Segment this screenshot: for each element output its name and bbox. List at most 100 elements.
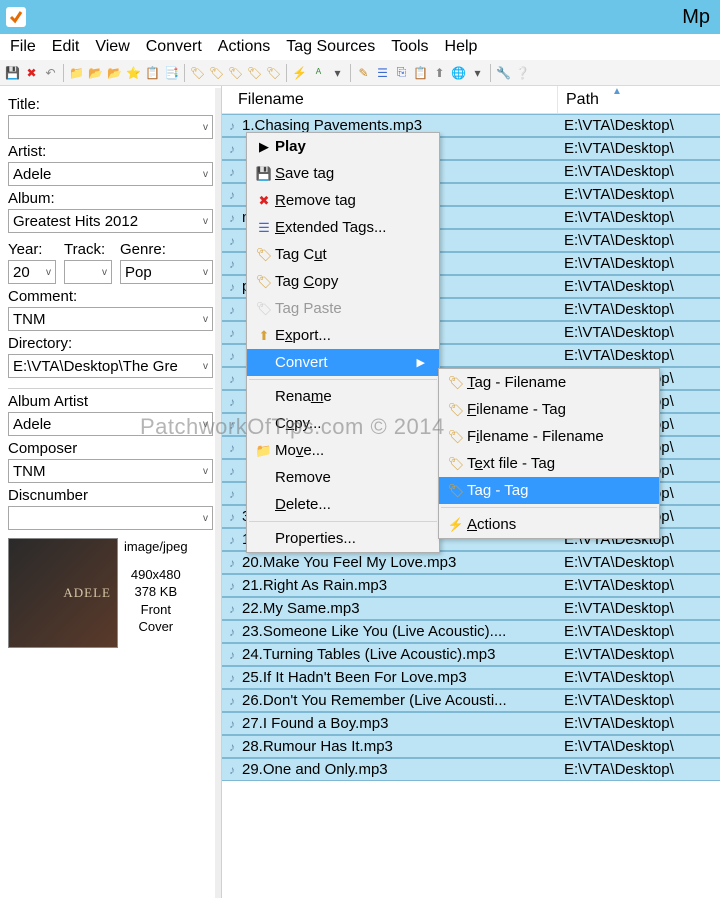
- audio-file-icon: ♪: [222, 441, 242, 455]
- menu-edit[interactable]: Edit: [46, 36, 86, 58]
- directory-input[interactable]: E:\VTA\Desktop\The Grev: [8, 354, 213, 378]
- audio-file-icon: ♪: [222, 257, 242, 271]
- more-icon[interactable]: ▾: [469, 64, 486, 81]
- edit-icon[interactable]: ✎: [355, 64, 372, 81]
- textfile-tag-icon: 🏷: [445, 456, 467, 472]
- actions-icon[interactable]: ⚡: [291, 64, 308, 81]
- cover-art[interactable]: ADELE: [8, 538, 118, 648]
- tools-icon[interactable]: 🔧: [495, 64, 512, 81]
- file-path: E:\VTA\Desktop\: [558, 738, 720, 755]
- title-input[interactable]: v: [8, 115, 213, 139]
- file-row[interactable]: ♪24.Turning Tables (Live Acoustic).mp3E:…: [222, 643, 720, 666]
- folder-icon[interactable]: 📁: [68, 64, 85, 81]
- ctx-rename[interactable]: Rename: [247, 383, 439, 410]
- delete-icon[interactable]: ✖: [23, 64, 40, 81]
- quick-actions-icon[interactable]: ᴬ: [310, 64, 327, 81]
- column-path[interactable]: Path: [558, 91, 720, 109]
- ctx-convert[interactable]: Convert▶: [247, 349, 439, 376]
- paste-icon[interactable]: 📋: [412, 64, 429, 81]
- album-artist-input[interactable]: Adelev: [8, 412, 213, 436]
- file-path: E:\VTA\Desktop\: [558, 347, 720, 364]
- column-filename[interactable]: Filename: [222, 86, 558, 113]
- convert-filename-tag[interactable]: 🏷Filename - Tag: [439, 396, 659, 423]
- file-row[interactable]: ♪20.Make You Feel My Love.mp3E:\VTA\Desk…: [222, 551, 720, 574]
- file-path: E:\VTA\Desktop\: [558, 554, 720, 571]
- convert-tag-tag[interactable]: 🏷Tag - Tag: [439, 477, 659, 504]
- file-name: 27.I Found a Boy.mp3: [242, 715, 558, 732]
- file-row[interactable]: ♪26.Don't You Remember (Live Acousti...E…: [222, 689, 720, 712]
- menu-file[interactable]: File: [4, 36, 42, 58]
- file-row[interactable]: ♪21.Right As Rain.mp3E:\VTA\Desktop\: [222, 574, 720, 597]
- folder-tree-icon[interactable]: 📂: [87, 64, 104, 81]
- extended-tags-icon[interactable]: ☰: [374, 64, 391, 81]
- comment-input[interactable]: TNMv: [8, 307, 213, 331]
- help-icon[interactable]: ❔: [514, 64, 531, 81]
- ctx-play[interactable]: ▶Play: [247, 133, 439, 160]
- dropdown-icon[interactable]: ▾: [329, 64, 346, 81]
- file-row[interactable]: ♪25.If It Hadn't Been For Love.mp3E:\VTA…: [222, 666, 720, 689]
- ctx-remove-tag[interactable]: ✖Remove tag: [247, 187, 439, 214]
- export-icon[interactable]: ⬆: [431, 64, 448, 81]
- file-path: E:\VTA\Desktop\: [558, 117, 720, 134]
- audio-file-icon: ♪: [222, 188, 242, 202]
- audio-file-icon: ♪: [222, 372, 242, 386]
- ctx-extended-tags[interactable]: ☰Extended Tags...: [247, 214, 439, 241]
- tag-filename-icon[interactable]: 🏷: [189, 64, 206, 81]
- menu-tag-sources[interactable]: Tag Sources: [280, 36, 381, 58]
- folder-open-icon[interactable]: 📂: [106, 64, 123, 81]
- file-row[interactable]: ♪28.Rumour Has It.mp3E:\VTA\Desktop\: [222, 735, 720, 758]
- tag-tag-icon: 🏷: [445, 483, 467, 499]
- ctx-tag-copy[interactable]: 🏷Tag Copy: [247, 268, 439, 295]
- composer-input[interactable]: TNMv: [8, 459, 213, 483]
- file-path: E:\VTA\Desktop\: [558, 163, 720, 180]
- discnumber-input[interactable]: v: [8, 506, 213, 530]
- file-path: E:\VTA\Desktop\: [558, 600, 720, 617]
- ctx-properties[interactable]: Properties...: [247, 525, 439, 552]
- audio-file-icon: ♪: [222, 119, 242, 133]
- ctx-export[interactable]: ⬆Export...: [247, 322, 439, 349]
- genre-input[interactable]: Popv: [120, 260, 213, 284]
- year-input[interactable]: 20v: [8, 260, 56, 284]
- copy-icon[interactable]: ⎘: [393, 64, 410, 81]
- filename-tag-icon[interactable]: 🏷: [208, 64, 225, 81]
- playlist-icon[interactable]: 📋: [144, 64, 161, 81]
- ctx-save-tag[interactable]: 💾Save tag: [247, 160, 439, 187]
- file-name: 26.Don't You Remember (Live Acousti...: [242, 692, 558, 709]
- album-input[interactable]: Greatest Hits 2012v: [8, 209, 213, 233]
- undo-icon[interactable]: ↶: [42, 64, 59, 81]
- file-row[interactable]: ♪27.I Found a Boy.mp3E:\VTA\Desktop\: [222, 712, 720, 735]
- menu-help[interactable]: Help: [439, 36, 484, 58]
- menu-convert[interactable]: Convert: [140, 36, 208, 58]
- actions-icon: ⚡: [445, 517, 467, 533]
- convert-tag-filename[interactable]: 🏷Tag - Filename: [439, 369, 659, 396]
- convert-filename-filename[interactable]: 🏷Filename - Filename: [439, 423, 659, 450]
- file-path: E:\VTA\Desktop\: [558, 761, 720, 778]
- save-icon[interactable]: 💾: [4, 64, 21, 81]
- ctx-remove[interactable]: Remove: [247, 464, 439, 491]
- file-row[interactable]: ♪23.Someone Like You (Live Acoustic)....…: [222, 620, 720, 643]
- ctx-copy[interactable]: Copy...: [247, 410, 439, 437]
- copy-icon: 🏷: [253, 274, 275, 290]
- ctx-move[interactable]: 📁Move...: [247, 437, 439, 464]
- menu-view[interactable]: View: [89, 36, 135, 58]
- favorite-icon[interactable]: ⭐: [125, 64, 142, 81]
- playlist-save-icon[interactable]: 📑: [163, 64, 180, 81]
- convert-actions[interactable]: ⚡Actions: [439, 511, 659, 538]
- file-row[interactable]: ♪22.My Same.mp3E:\VTA\Desktop\: [222, 597, 720, 620]
- artist-input[interactable]: Adelev: [8, 162, 213, 186]
- convert-textfile-tag[interactable]: 🏷Text file - Tag: [439, 450, 659, 477]
- menu-actions[interactable]: Actions: [212, 36, 276, 58]
- remove-icon: ✖: [253, 193, 275, 209]
- textfile-tag-icon[interactable]: 🏷: [246, 64, 263, 81]
- file-path: E:\VTA\Desktop\: [558, 186, 720, 203]
- filename-filename-icon[interactable]: 🏷: [227, 64, 244, 81]
- file-list-header: ▲ Filename Path: [222, 86, 720, 114]
- file-row[interactable]: ♪29.One and Only.mp3E:\VTA\Desktop\: [222, 758, 720, 781]
- audio-file-icon: ♪: [222, 211, 242, 225]
- ctx-tag-cut[interactable]: 🏷Tag Cut: [247, 241, 439, 268]
- menu-tools[interactable]: Tools: [385, 36, 434, 58]
- tag-sources-icon[interactable]: 🌐: [450, 64, 467, 81]
- tag-tag-icon[interactable]: 🏷: [265, 64, 282, 81]
- ctx-delete[interactable]: Delete...: [247, 491, 439, 518]
- track-input[interactable]: v: [64, 260, 112, 284]
